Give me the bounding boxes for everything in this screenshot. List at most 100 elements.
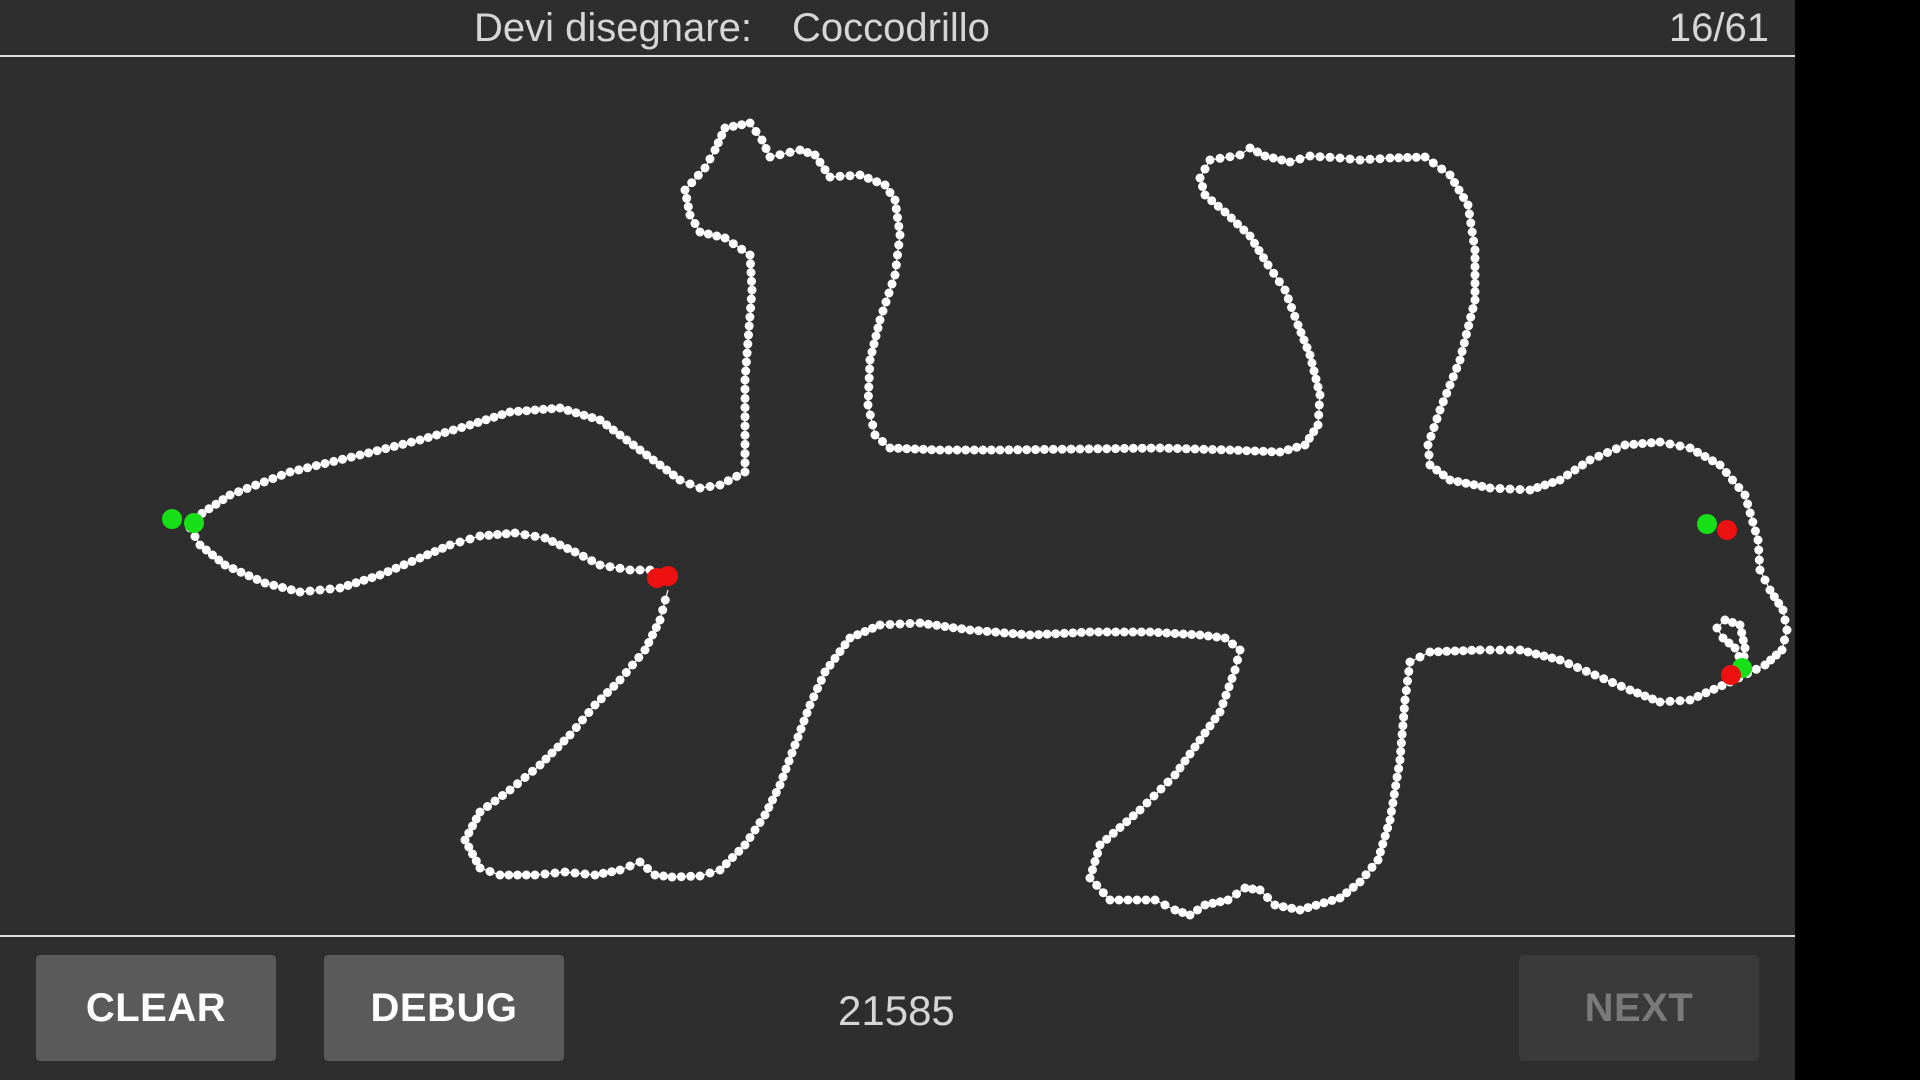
stroke-dot	[1145, 627, 1155, 637]
stroke-dot	[1470, 253, 1480, 263]
stroke-dot	[1287, 903, 1297, 913]
stroke-dot	[742, 348, 752, 358]
stroke-dot	[1675, 696, 1685, 706]
stroke-dot	[1195, 630, 1205, 640]
stroke-dot	[871, 331, 881, 341]
stroke-dot	[1380, 831, 1390, 841]
stroke-dot	[615, 563, 625, 573]
clear-button[interactable]: CLEAR	[36, 955, 276, 1061]
drawing-canvas[interactable]	[0, 57, 1795, 935]
stroke-dot	[1505, 645, 1515, 655]
drawing-surface[interactable]	[0, 57, 1795, 935]
stroke-dot	[1470, 278, 1480, 288]
stroke-dot	[1268, 153, 1278, 163]
stroke-dot	[1283, 445, 1293, 455]
stroke-dot	[965, 625, 975, 635]
stroke-dot	[1295, 905, 1305, 915]
stroke-dot	[295, 587, 305, 597]
stroke-dot	[1547, 653, 1557, 663]
stroke-dot	[457, 423, 467, 432]
stroke-dot	[744, 330, 753, 340]
stroke-dot	[1258, 446, 1268, 456]
next-button[interactable]: NEXT	[1519, 955, 1759, 1061]
stroke-dot	[485, 867, 495, 876]
stroke-dot	[927, 445, 937, 455]
stroke-dot	[278, 583, 287, 592]
stroke-dot	[1391, 781, 1401, 791]
stroke-dot	[481, 415, 491, 425]
stroke-dot	[1675, 441, 1685, 451]
stroke-dot	[1221, 690, 1231, 700]
stroke-dot	[868, 420, 878, 430]
stroke-dot	[1119, 627, 1129, 637]
stroke-dot	[1475, 645, 1485, 655]
stroke-dot	[1230, 665, 1240, 675]
stroke-dot	[1313, 382, 1323, 392]
stroke-dot	[685, 479, 695, 489]
stroke-dot	[1721, 468, 1731, 477]
stroke-dot	[643, 864, 652, 873]
stroke-dot	[587, 556, 597, 566]
stroke-dot	[625, 565, 635, 575]
stroke-dot	[1128, 627, 1138, 637]
stroke-dot	[1665, 696, 1675, 706]
stroke-dot	[935, 445, 945, 455]
stroke-dot	[1464, 209, 1474, 219]
stroke-dot	[268, 474, 278, 484]
stroke-dot	[1608, 678, 1617, 687]
stroke-dot	[1452, 363, 1462, 373]
stroke-dot	[878, 306, 888, 316]
stroke-dot	[744, 321, 754, 331]
stroke-dot	[1428, 158, 1438, 168]
stroke-dot	[787, 748, 797, 758]
stroke-dot	[510, 528, 520, 538]
stroke-dot	[893, 443, 903, 453]
stroke-dot	[1327, 895, 1337, 905]
stroke-dot	[1738, 635, 1748, 645]
stroke-dot	[1198, 182, 1207, 191]
stroke-dot	[1042, 629, 1052, 639]
stroke-dot	[1367, 862, 1377, 872]
stroke-dot	[1250, 446, 1260, 456]
stroke-dot	[1386, 806, 1396, 816]
stroke-dot	[952, 445, 962, 455]
stroke-upper-body	[190, 118, 1792, 920]
stroke-dot	[1753, 535, 1763, 545]
stroke-dot	[775, 150, 785, 160]
stroke-dot	[1016, 629, 1026, 639]
stroke-dot	[805, 700, 815, 710]
stroke-dot	[1712, 623, 1722, 633]
stroke-dot	[1459, 338, 1469, 348]
stroke-dot	[873, 323, 883, 333]
stroke-dot	[1459, 193, 1468, 202]
stroke-dot	[489, 412, 499, 422]
stroke-dot	[335, 583, 345, 593]
stroke-dot	[423, 433, 433, 442]
stroke-dot	[1270, 900, 1280, 910]
stroke-dot	[521, 870, 531, 880]
stroke-dot	[364, 448, 374, 458]
stroke-dot	[598, 868, 608, 878]
stroke-dot	[367, 573, 377, 583]
stroke-dot	[1740, 490, 1750, 500]
stroke-dot	[1468, 304, 1478, 314]
stroke-dot	[615, 675, 625, 685]
prompt-label: Devi disegnare:	[474, 6, 752, 50]
stroke-dot	[1432, 414, 1442, 424]
debug-button[interactable]: DEBUG	[324, 955, 564, 1061]
stroke-dot	[872, 177, 882, 187]
stroke-dot	[1162, 628, 1172, 638]
stroke-dot	[225, 490, 235, 500]
stroke-dot	[1277, 155, 1287, 165]
stroke-dot	[1563, 470, 1572, 480]
stroke-dot	[1464, 321, 1474, 331]
stroke-dot	[1685, 695, 1695, 705]
stroke-dot	[1123, 895, 1133, 905]
stroke-dot	[398, 439, 408, 449]
stroke-dot	[540, 869, 550, 879]
stroke-dot	[1599, 674, 1609, 684]
stroke-dot	[1319, 898, 1329, 908]
stroke-dot	[448, 425, 458, 435]
stroke-dot	[1728, 475, 1737, 485]
stroke-dot	[1355, 155, 1365, 165]
